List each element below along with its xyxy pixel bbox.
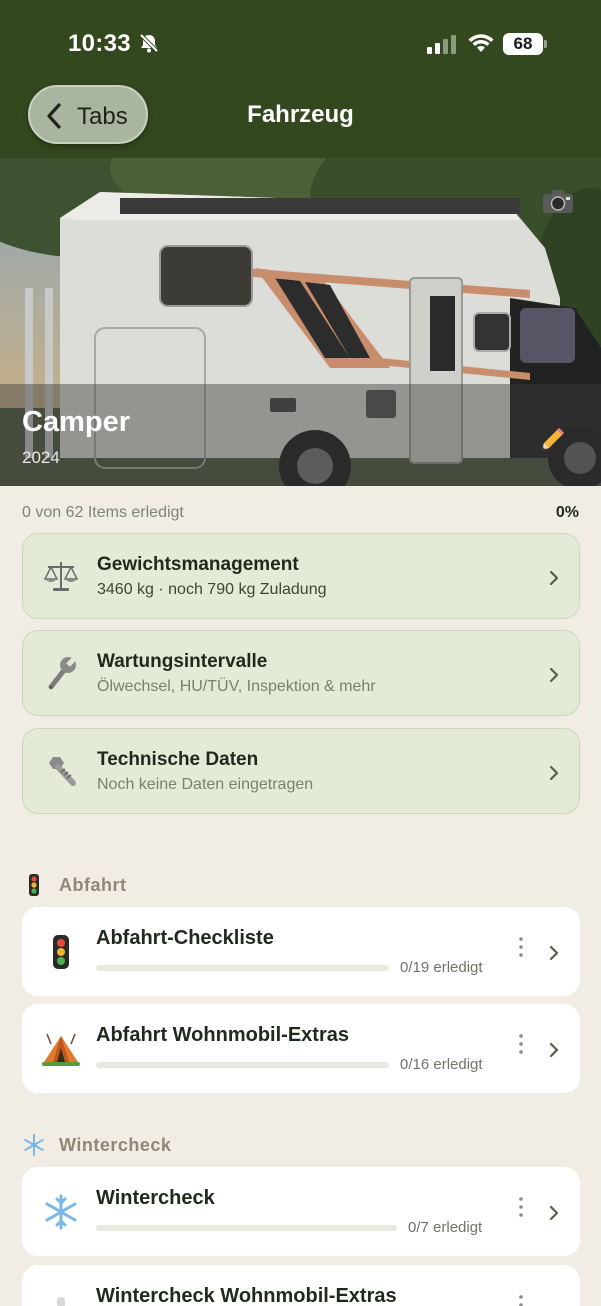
tent-icon xyxy=(42,1033,80,1066)
more-options-icon[interactable] xyxy=(511,1293,531,1306)
checklist-progress-bar xyxy=(96,1225,397,1231)
chevron-right-icon xyxy=(549,1042,559,1058)
chevron-right-icon xyxy=(549,1205,559,1221)
chevron-right-icon xyxy=(549,945,559,961)
maintenance-intervals-card[interactable]: Wartungsintervalle Ölwechsel, HU/TÜV, In… xyxy=(22,630,580,716)
traffic-light-icon xyxy=(53,935,69,969)
info-card-subtitle: Noch keine Daten eingetragen xyxy=(97,776,314,793)
snowflake-icon xyxy=(24,1134,44,1156)
info-card-subtitle: 3460 kg · noch 790 kg Zuladung xyxy=(97,581,327,598)
info-card-title: Wartungsintervalle xyxy=(97,651,268,672)
more-options-icon[interactable] xyxy=(511,1032,531,1056)
cellular-signal-icon xyxy=(427,35,456,54)
weight-management-card[interactable]: Gewichtsmanagement 3460 kg · noch 790 kg… xyxy=(22,533,580,619)
pencil-icon[interactable] xyxy=(536,424,568,456)
checklist-title: Abfahrt Wohnmobil-Extras xyxy=(96,1024,349,1046)
checklist-card[interactable]: Abfahrt Wohnmobil-Extras 0/16 erledigt xyxy=(22,1004,580,1093)
thermometer-icon xyxy=(57,1297,65,1306)
checklist-count: 0/19 erledigt xyxy=(400,959,483,976)
checklist-progress-bar xyxy=(96,965,389,971)
page-title: Fahrzeug xyxy=(247,101,354,128)
checklist-title: Abfahrt-Checkliste xyxy=(96,927,274,949)
checklist-card[interactable]: Wintercheck 0/7 erledigt xyxy=(22,1167,580,1256)
checklist-card[interactable]: Abfahrt-Checkliste 0/19 erledigt xyxy=(22,907,580,996)
overall-progress-percent: 0% xyxy=(555,504,579,521)
battery-level: 68 xyxy=(503,33,543,55)
section-title: Wintercheck xyxy=(59,1134,172,1155)
chevron-right-icon xyxy=(549,765,559,781)
more-options-icon[interactable] xyxy=(511,1195,531,1219)
navigation-header: 10:33 68 Tabs Fahrzeug xyxy=(0,0,601,158)
checklist-card[interactable]: Wintercheck Wohnmobil-Extras xyxy=(22,1265,580,1306)
vehicle-name: Camper xyxy=(22,406,130,438)
nut-bolt-icon xyxy=(49,757,76,786)
section-title: Abfahrt xyxy=(59,874,127,895)
checklist-title: Wintercheck xyxy=(96,1187,215,1209)
battery-nub xyxy=(544,40,547,48)
overall-progress-text: 0 von 62 Items erledigt xyxy=(22,504,184,521)
checklist-count: 0/16 erledigt xyxy=(400,1056,483,1073)
vehicle-photo[interactable]: Camper 2024 xyxy=(0,158,601,486)
checklist-title: Wintercheck Wohnmobil-Extras xyxy=(96,1285,397,1306)
bell-muted-icon xyxy=(139,33,159,53)
wifi-icon xyxy=(468,34,494,52)
status-time: 10:33 xyxy=(68,30,131,57)
checklist-progress-bar xyxy=(96,1062,389,1068)
snowflake-icon xyxy=(45,1194,77,1230)
battery-indicator: 68 xyxy=(503,33,547,55)
info-card-title: Gewichtsmanagement xyxy=(97,554,299,575)
chevron-right-icon xyxy=(549,667,559,683)
technical-data-card[interactable]: Technische Daten Noch keine Daten einget… xyxy=(22,728,580,814)
more-options-icon[interactable] xyxy=(511,935,531,959)
chevron-right-icon xyxy=(549,570,559,586)
info-card-subtitle: Ölwechsel, HU/TÜV, Inspektion & mehr xyxy=(97,678,376,695)
scale-icon xyxy=(43,562,79,591)
vehicle-year: 2024 xyxy=(22,448,60,467)
wrench-icon xyxy=(48,655,78,690)
info-card-title: Technische Daten xyxy=(97,749,259,770)
traffic-light-icon xyxy=(29,874,39,896)
overall-progress: 0 von 62 Items erledigt 0% xyxy=(22,504,579,522)
camera-icon[interactable] xyxy=(542,188,574,214)
section-header-abfahrt: Abfahrt xyxy=(22,871,127,899)
section-header-wintercheck: Wintercheck xyxy=(22,1131,171,1159)
checklist-count: 0/7 erledigt xyxy=(408,1219,483,1236)
status-bar: 10:33 68 xyxy=(0,0,601,80)
